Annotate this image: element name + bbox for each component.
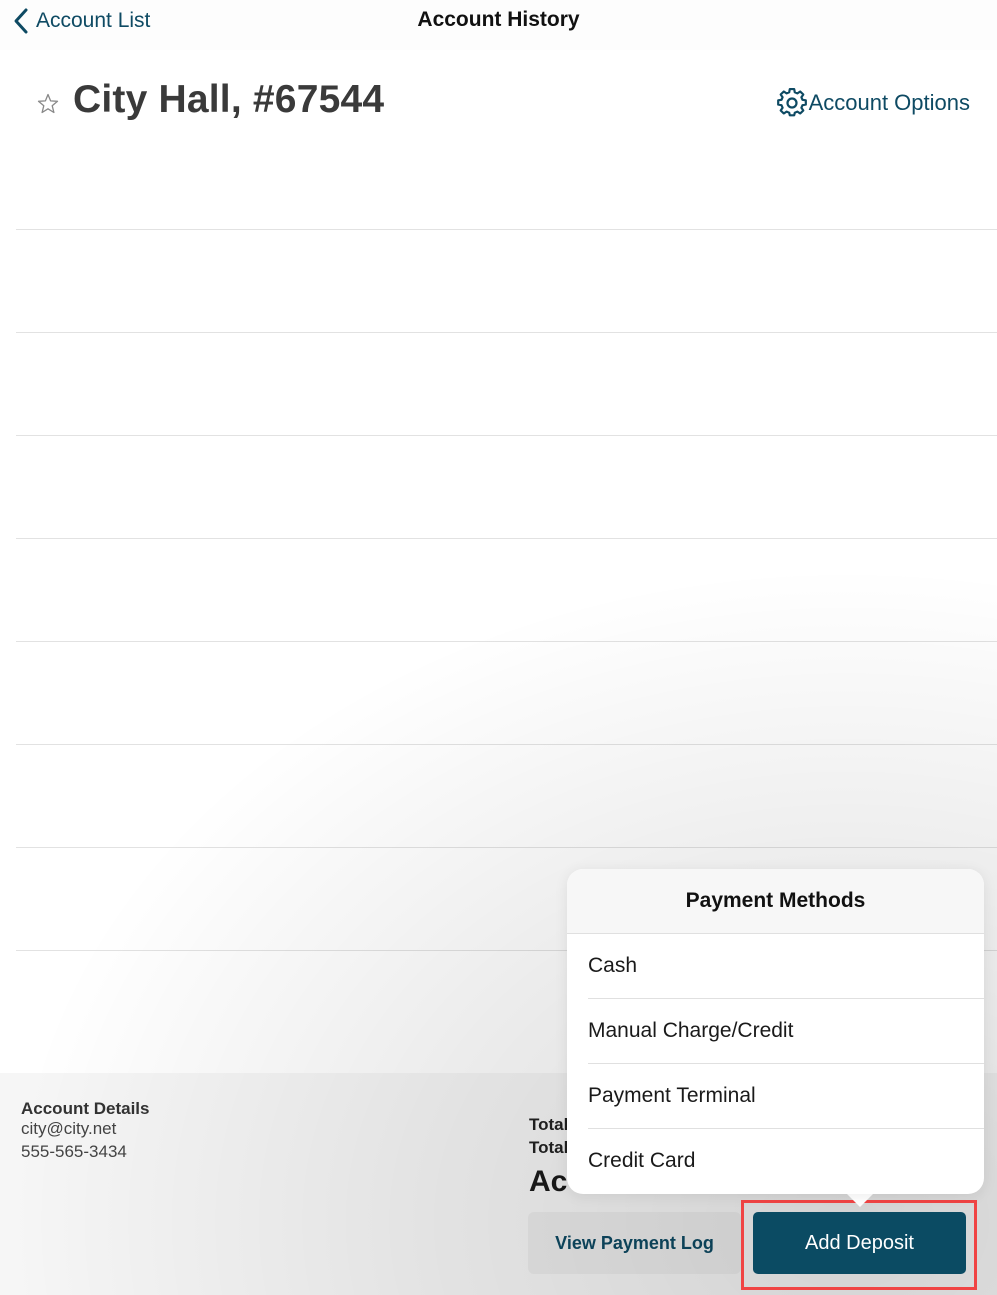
account-title: City Hall, #67544 xyxy=(73,78,385,121)
popover-arrow xyxy=(846,1193,874,1207)
total-label-2: Total xyxy=(529,1138,569,1157)
history-row[interactable] xyxy=(16,641,997,744)
account-email: city@city.net xyxy=(21,1119,117,1138)
payment-method-payment-terminal[interactable]: Payment Terminal xyxy=(588,1064,984,1129)
history-row[interactable] xyxy=(16,744,997,847)
account-options-button[interactable]: Account Options xyxy=(776,88,970,118)
add-deposit-button[interactable]: Add Deposit xyxy=(753,1212,966,1274)
history-row[interactable] xyxy=(16,435,997,538)
view-payment-log-button[interactable]: View Payment Log xyxy=(528,1212,741,1274)
account-details-label: Account Details xyxy=(21,1099,150,1118)
history-row[interactable] xyxy=(16,538,997,641)
gear-icon xyxy=(776,88,807,117)
total-label-1: Total xyxy=(529,1115,569,1134)
account-options-label: Account Options xyxy=(808,90,970,115)
account-phone: 555-565-3434 xyxy=(21,1142,127,1161)
account-header: City Hall, #67544 Account Options xyxy=(0,70,997,140)
history-row[interactable] xyxy=(16,229,997,332)
history-row[interactable] xyxy=(16,332,997,435)
navigation-bar: Account List Account History xyxy=(0,0,997,50)
account-balance-label: Ac xyxy=(529,1165,568,1198)
payment-method-manual-charge-credit[interactable]: Manual Charge/Credit xyxy=(588,999,984,1064)
popover-title: Payment Methods xyxy=(567,869,984,934)
page-title: Account History xyxy=(417,8,580,31)
payment-method-cash[interactable]: Cash xyxy=(588,934,984,999)
payment-method-credit-card[interactable]: Credit Card xyxy=(588,1129,984,1194)
payment-methods-popover: Payment Methods Cash Manual Charge/Credi… xyxy=(567,869,984,1194)
star-icon[interactable] xyxy=(36,92,60,116)
